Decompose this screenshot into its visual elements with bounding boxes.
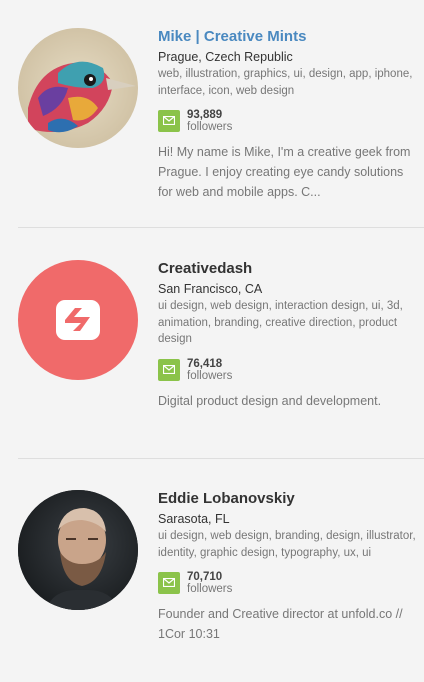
- followers-label: followers: [187, 583, 233, 595]
- mail-icon[interactable]: [158, 572, 180, 594]
- designer-location: Sarasota, FL: [158, 512, 230, 526]
- avatar[interactable]: [18, 260, 138, 380]
- designer-card: Creativedash San Francisco, CA ui design…: [0, 228, 424, 458]
- mail-icon[interactable]: [158, 358, 180, 381]
- designer-name[interactable]: Eddie Lobanovskiy: [158, 490, 418, 508]
- designer-bio: Hi! My name is Mike, I'm a creative geek…: [158, 145, 411, 199]
- designer-location: Prague, Czech Republic: [158, 50, 293, 64]
- mail-icon[interactable]: [158, 110, 180, 132]
- designer-bio: Digital product design and development.: [158, 393, 382, 408]
- followers-label: followers: [187, 121, 233, 133]
- portrait-photo-avatar: [18, 490, 138, 610]
- followers-count: 70,710: [187, 571, 223, 583]
- avatar[interactable]: [18, 490, 138, 610]
- designer-name[interactable]: Mike | Creative Mints: [158, 28, 418, 46]
- followers-count: 93,889: [187, 109, 223, 121]
- designer-card: Mike | Creative Mints Prague, Czech Repu…: [0, 0, 424, 228]
- followers-block: 70,710 followers: [158, 570, 418, 600]
- designer-skills: ui design, web design, branding, design,…: [158, 530, 416, 559]
- followers-block: 76,418 followers: [158, 357, 418, 387]
- designer-name[interactable]: Creativedash: [158, 260, 418, 278]
- designer-skills: web, illustration, graphics, ui, design,…: [158, 68, 413, 97]
- bird-illustration-avatar: [18, 28, 138, 148]
- designer-skills: ui design, web design, interaction desig…: [158, 300, 403, 345]
- designer-location: San Francisco, CA: [158, 282, 263, 296]
- followers-block: 93,889 followers: [158, 108, 418, 138]
- avatar[interactable]: [18, 28, 138, 148]
- creativedash-logo: [56, 300, 100, 340]
- followers-label: followers: [187, 369, 233, 382]
- designer-bio: Founder and Creative director at unfold.…: [158, 607, 403, 641]
- designer-card: Eddie Lobanovskiy Sarasota, FL ui design…: [0, 459, 424, 682]
- followers-count: 76,418: [187, 357, 223, 370]
